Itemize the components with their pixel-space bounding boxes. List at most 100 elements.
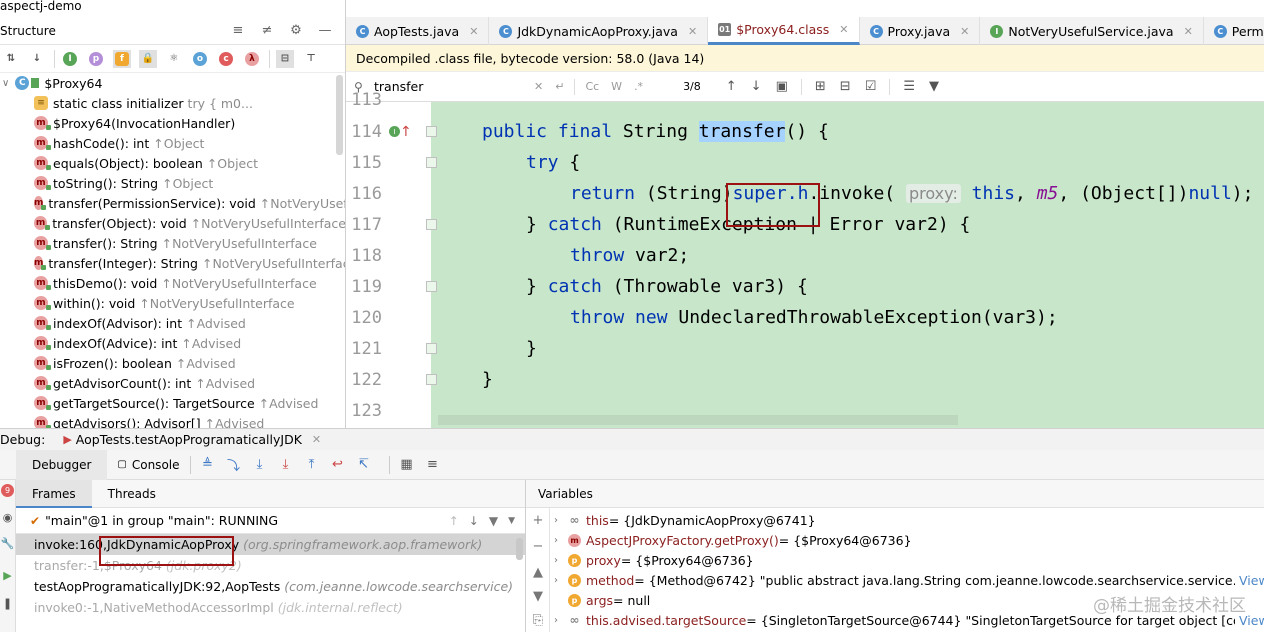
variable-row[interactable]: › p method = {Method@6742} "public abstrac…: [554, 570, 1264, 590]
breakpoint-icon[interactable]: 9: [1, 484, 14, 497]
frame-row[interactable]: invoke:160, JdkDynamicAopProxy (org.sprin…: [16, 534, 525, 555]
tree-item[interactable]: m equals(Object): boolean ↑Object: [0, 153, 345, 173]
horizontal-scrollbar[interactable]: [438, 415, 958, 425]
show-types-icon[interactable]: c: [217, 50, 235, 68]
chevron-right-icon[interactable]: ›: [554, 575, 568, 586]
tree-item[interactable]: ≡ static class initializer try { m0...: [0, 93, 345, 113]
show-non-public-icon[interactable]: 🔒: [139, 49, 157, 68]
move-up-icon[interactable]: ▲: [531, 566, 545, 580]
chevron-down-icon[interactable]: ▼: [508, 516, 515, 526]
close-icon[interactable]: ✕: [839, 23, 848, 36]
view-link[interactable]: View: [1235, 572, 1264, 588]
tree-item[interactable]: m indexOf(Advice): int ↑Advised: [0, 333, 345, 353]
fold-icon[interactable]: [426, 157, 437, 168]
step-over-icon[interactable]: ⤵: [225, 456, 243, 474]
wrench-icon[interactable]: 🔧: [1, 537, 15, 550]
show-anonymous-icon[interactable]: ⚛: [165, 50, 183, 68]
thread-selector[interactable]: ✔ "main"@1 in group "main": RUNNING ↑ ↓ …: [16, 508, 525, 534]
collapse-all-icon[interactable]: ≠: [259, 23, 275, 39]
close-icon[interactable]: ✕: [1184, 25, 1193, 38]
close-icon[interactable]: ✕: [688, 25, 697, 38]
chevron-right-icon[interactable]: ›: [554, 515, 568, 526]
autoscroll-from-source-icon[interactable]: ⊤: [302, 50, 320, 68]
run-to-cursor-icon[interactable]: ↸: [355, 456, 373, 474]
tab-threads[interactable]: Threads: [92, 480, 172, 508]
remove-watch-icon[interactable]: −: [531, 540, 545, 554]
step-out-icon[interactable]: ⤒: [303, 456, 321, 474]
drop-frame-icon[interactable]: ↩: [329, 456, 347, 474]
editor-tab[interactable]: C Proxy.java ✕: [860, 17, 981, 45]
autoscroll-to-source-icon[interactable]: ⊟: [276, 49, 294, 68]
layout-icon[interactable]: ≡: [424, 456, 442, 474]
evaluate-expression-icon[interactable]: ▦: [398, 456, 416, 474]
tree-item[interactable]: m transfer(): String ↑NotVeryUsefulInterfa…: [0, 233, 345, 253]
tree-item[interactable]: m transfer(Integer): String ↑NotVeryUseful…: [0, 253, 345, 273]
editor-tab[interactable]: I NotVeryUsefulService.java ✕: [980, 17, 1204, 45]
editor-tab[interactable]: C PermissionService.ja: [1204, 17, 1264, 45]
show-inherited-icon[interactable]: I: [61, 50, 79, 68]
fold-icon[interactable]: [426, 219, 437, 230]
gear-icon[interactable]: ⚙: [288, 23, 304, 39]
camera-icon[interactable]: ◉: [1, 511, 14, 524]
lambda-icon[interactable]: λ: [243, 50, 261, 68]
debug-session-tab[interactable]: AopTests.testAopProgramaticallyJDK: [76, 432, 302, 447]
code-area[interactable]: 113 114 I ↑ public final String transfer…: [346, 90, 1264, 428]
show-execution-point-icon[interactable]: ≜: [199, 456, 217, 474]
override-arrow-icon[interactable]: ↑: [400, 124, 412, 140]
frame-row[interactable]: transfer:-1, $Proxy64 (jdk.proxy2): [16, 555, 525, 576]
frame-row[interactable]: testAopProgramaticallyJDK:92, AopTests (c…: [16, 576, 525, 597]
implements-icon[interactable]: I: [389, 126, 400, 137]
move-down-icon[interactable]: ▼: [531, 590, 545, 604]
tree-item[interactable]: m indexOf(Advisor): int ↑Advised: [0, 313, 345, 333]
fold-icon[interactable]: [426, 374, 437, 385]
tab-frames[interactable]: Frames: [16, 480, 92, 508]
show-properties-icon[interactable]: p: [87, 50, 105, 68]
resume-icon[interactable]: ▶: [1, 569, 14, 582]
close-icon[interactable]: ✕: [469, 25, 478, 38]
show-fields-icon[interactable]: f: [113, 49, 131, 68]
sort-visibility-icon[interactable]: ⇅: [2, 50, 20, 68]
editor-tab[interactable]: C JdkDynamicAopProxy.java ✕: [489, 17, 709, 45]
add-watch-icon[interactable]: +: [531, 514, 545, 528]
tree-item[interactable]: m getTargetSource(): TargetSource ↑Advised: [0, 393, 345, 413]
variable-row[interactable]: › ∞ this = {JdkDynamicAopProxy@6741}: [554, 510, 816, 530]
tree-item[interactable]: m hashCode(): int ↑Object: [0, 133, 345, 153]
fold-icon[interactable]: [426, 343, 437, 354]
scrollbar[interactable]: [516, 538, 523, 560]
sort-alpha-icon[interactable]: ↓: [28, 50, 46, 68]
chevron-right-icon[interactable]: ›: [554, 555, 568, 566]
chevron-right-icon[interactable]: ›: [554, 535, 568, 546]
step-into-icon[interactable]: ⤓: [251, 456, 269, 474]
tree-item[interactable]: m thisDemo(): void ↑NotVeryUsefulInterface: [0, 273, 345, 293]
tree-item[interactable]: m transfer(Object): void ↑NotVeryUsefulInt…: [0, 213, 345, 233]
variable-row[interactable]: › p proxy = {$Proxy64@6736}: [554, 550, 754, 570]
tree-root[interactable]: ∨ C $Proxy64: [0, 73, 345, 93]
editor-tab[interactable]: 01 $Proxy64.class ✕: [708, 17, 860, 45]
duplicate-icon[interactable]: ⎘: [531, 614, 545, 628]
scrollbar[interactable]: [336, 75, 343, 155]
tree-item[interactable]: m $Proxy64(InvocationHandler): [0, 113, 345, 133]
minimize-icon[interactable]: —: [317, 23, 333, 39]
tree-item[interactable]: m transfer(PermissionService): void ↑NotVe…: [0, 193, 345, 213]
tree-item[interactable]: m toString(): String ↑Object: [0, 173, 345, 193]
tree-item[interactable]: m getAdvisorCount(): int ↑Advised: [0, 373, 345, 393]
expand-all-icon[interactable]: ≡: [230, 23, 246, 39]
force-step-into-icon[interactable]: ⤓: [277, 456, 295, 474]
close-icon[interactable]: ✕: [960, 25, 969, 38]
show-lambdas-icon[interactable]: o: [191, 50, 209, 68]
filter-icon[interactable]: ▼: [489, 514, 498, 528]
variable-row[interactable]: p args = null: [554, 590, 650, 610]
tab-console[interactable]: ▢ Console: [117, 458, 179, 472]
fold-icon[interactable]: [426, 126, 437, 137]
chevron-down-icon[interactable]: ∨: [2, 78, 9, 89]
tree-item[interactable]: m getAdvisors(): Advisor[] ↑Advised: [0, 413, 345, 428]
chevron-right-icon[interactable]: ›: [554, 615, 568, 626]
arrow-down-icon[interactable]: ↓: [469, 514, 479, 528]
pause-icon[interactable]: ❚: [1, 597, 14, 610]
variable-row[interactable]: › m AspectJProxyFactory.getProxy() = {$Pro…: [554, 530, 912, 550]
close-icon[interactable]: ✕: [312, 433, 321, 446]
tab-debugger[interactable]: Debugger: [16, 449, 108, 480]
editor-tab[interactable]: C AopTests.java ✕: [346, 17, 490, 45]
arrow-up-icon[interactable]: ↑: [449, 514, 459, 528]
tree-item[interactable]: m isFrozen(): boolean ↑Advised: [0, 353, 345, 373]
